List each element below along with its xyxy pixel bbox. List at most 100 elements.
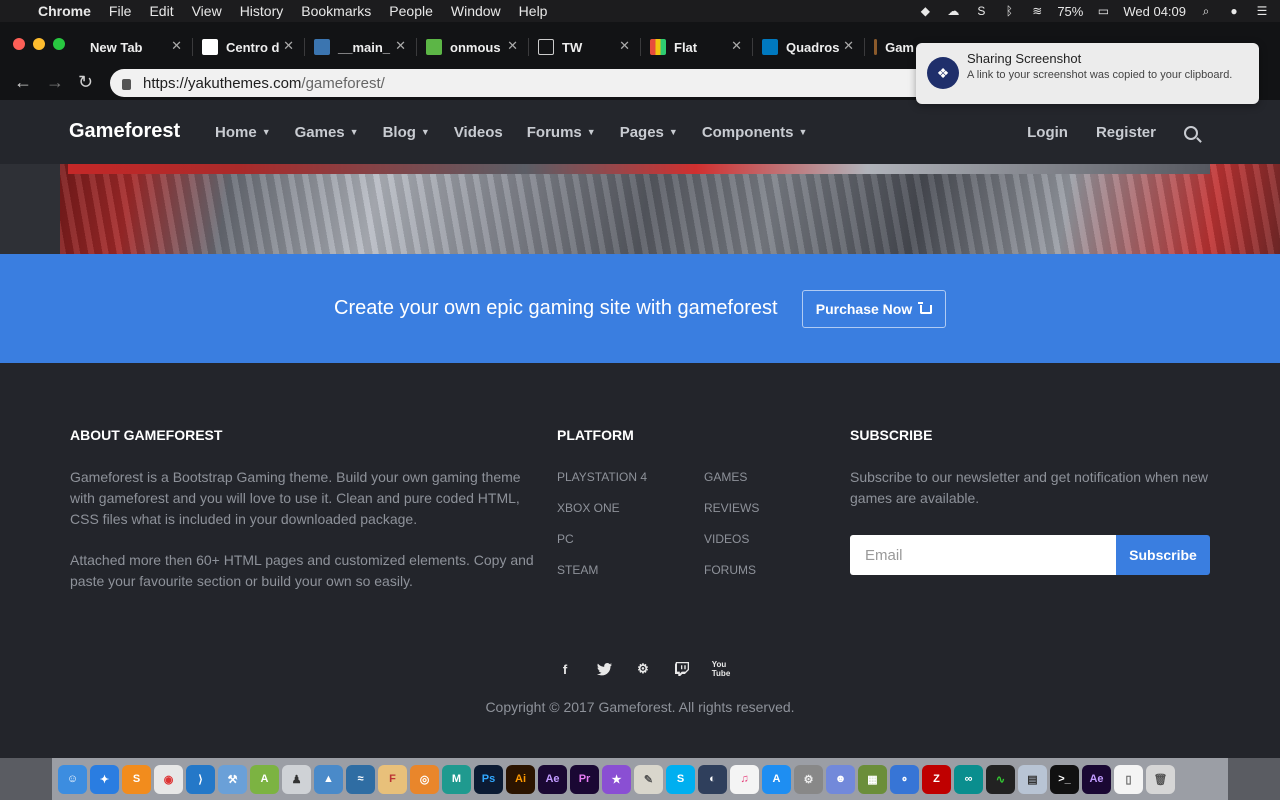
sublime-icon[interactable]: S [122,764,151,794]
close-tab-icon[interactable]: ✕ [843,38,854,54]
spotlight-search-icon[interactable]: ⌕ [1198,4,1214,18]
cloud-icon[interactable]: ☁ [945,4,961,18]
tab-quadros[interactable]: Quadros ✕ [762,34,854,60]
purchase-now-button[interactable]: Purchase Now [802,290,946,328]
menu-edit[interactable]: Edit [149,3,173,19]
twitter-icon[interactable] [596,661,612,677]
menu-bookmarks[interactable]: Bookmarks [301,3,371,19]
close-window-icon[interactable] [13,38,25,50]
menu-history[interactable]: History [240,3,284,19]
twitch-icon[interactable] [674,661,690,677]
system-preferences-icon[interactable]: ⚙ [794,764,823,794]
illustrator-icon[interactable]: Ai [506,764,535,794]
platform-link-steam[interactable]: STEAM [557,563,598,577]
tab-onmouse[interactable]: onmous ✕ [426,34,518,60]
dvd-icon[interactable]: ◐ [698,764,727,794]
siri-icon[interactable]: ● [1226,4,1242,18]
search-icon[interactable] [1184,125,1198,140]
platform-link-playstation[interactable]: PLAYSTATION 4 [557,470,647,484]
discord-icon[interactable]: ☻ [826,764,855,794]
filemaker-icon[interactable]: F [378,764,407,794]
mysql-icon[interactable]: ≈ [346,764,375,794]
document-icon[interactable]: ▯ [1114,764,1143,794]
menu-view[interactable]: View [192,3,222,19]
skype-icon[interactable]: S [666,764,695,794]
nav-forums[interactable]: Forums ▼ [527,124,596,141]
nav-blog[interactable]: Blog ▼ [383,124,430,141]
tab-tw[interactable]: TW ✕ [538,34,630,60]
arduino-icon[interactable]: ∞ [954,764,983,794]
imovie-icon[interactable]: ★ [602,764,631,794]
premiere-icon[interactable]: Pr [570,764,599,794]
tab-centro[interactable]: Centro d ✕ [202,34,294,60]
back-arrow-icon[interactable]: ← [14,72,32,93]
subscribe-button[interactable]: Subscribe [1116,535,1210,575]
elephant-icon[interactable]: ♟ [282,764,311,794]
zoom-window-icon[interactable] [53,38,65,50]
nav-components[interactable]: Components ▼ [702,124,808,141]
steam-icon[interactable]: ⚙ [635,661,651,677]
close-tab-icon[interactable]: ✕ [395,38,406,54]
close-tab-icon[interactable]: ✕ [283,38,294,54]
terminal-icon[interactable]: >_ [1050,764,1079,794]
tab-new-tab[interactable]: New Tab ✕ [90,34,182,60]
menu-app-name[interactable]: Chrome [38,3,91,19]
mountain-icon[interactable]: ▲ [314,764,343,794]
finder-icon[interactable]: ☺ [58,764,87,794]
skype-icon[interactable]: S [973,4,989,18]
platform-link-games[interactable]: GAMES [704,470,747,484]
reload-icon[interactable]: ↻ [78,72,93,93]
vscode-icon[interactable]: ⟩ [186,764,215,794]
blender-icon[interactable]: ◎ [410,764,439,794]
clock[interactable]: Wed 04:09 [1123,4,1186,19]
url-bar[interactable]: https://yakuthemes.com/gameforest/ [110,69,930,97]
tab-main[interactable]: __main_ ✕ [314,34,406,60]
menu-help[interactable]: Help [519,3,548,19]
menu-file[interactable]: File [109,3,132,19]
minimize-window-icon[interactable] [33,38,45,50]
close-tab-icon[interactable]: ✕ [507,38,518,54]
site-logo[interactable]: Gameforest [69,120,180,143]
youtube-icon[interactable]: You Tube [712,660,731,678]
image-capture-icon[interactable]: ▤ [1018,764,1047,794]
preview-icon[interactable]: ✎ [634,764,663,794]
notification-center-icon[interactable]: ☰ [1254,4,1270,18]
battery-icon[interactable]: ▭ [1095,4,1111,18]
activity-monitor-icon[interactable]: ∿ [986,764,1015,794]
sourcetree-icon[interactable]: ⚬ [890,764,919,794]
nav-home[interactable]: Home ▼ [215,124,271,141]
close-tab-icon[interactable]: ✕ [731,38,742,54]
platform-link-xbox[interactable]: XBOX ONE [557,501,620,515]
nav-pages[interactable]: Pages ▼ [620,124,678,141]
close-tab-icon[interactable]: ✕ [619,38,630,54]
dropbox-icon[interactable]: ◆ [917,4,933,18]
bluetooth-icon[interactable]: ᛒ [1001,4,1017,18]
photoshop-icon[interactable]: Ps [474,764,503,794]
email-field[interactable]: Email [850,535,1116,575]
battery-percent[interactable]: 75% [1057,4,1083,19]
chrome-icon[interactable]: ◉ [154,764,183,794]
register-link[interactable]: Register [1096,124,1156,141]
after-effects-doc-icon[interactable]: Ae [1082,764,1111,794]
platform-link-reviews[interactable]: REVIEWS [704,501,759,515]
filezilla-icon[interactable]: Z [922,764,951,794]
tab-flat[interactable]: Flat ✕ [650,34,742,60]
tab-gameforest[interactable]: Gam [874,34,914,60]
login-link[interactable]: Login [1027,124,1068,141]
platform-link-forums[interactable]: FORUMS [704,563,756,577]
maya-icon[interactable]: M [442,764,471,794]
platform-link-videos[interactable]: VIDEOS [704,532,749,546]
android-studio-icon[interactable]: A [250,764,279,794]
trash-icon[interactable]: 🗑 [1146,764,1175,794]
platform-link-pc[interactable]: PC [557,532,574,546]
menu-people[interactable]: People [389,3,433,19]
facebook-icon[interactable]: f [557,661,573,677]
after-effects-icon[interactable]: Ae [538,764,567,794]
nav-videos[interactable]: Videos [454,124,503,141]
close-tab-icon[interactable]: ✕ [171,38,182,54]
menu-window[interactable]: Window [451,3,501,19]
dropbox-notification[interactable]: ❖ Sharing Screenshot A link to your scre… [916,43,1259,104]
app-store-icon[interactable]: A [762,764,791,794]
nav-games[interactable]: Games ▼ [295,124,359,141]
itunes-icon[interactable]: ♫ [730,764,759,794]
